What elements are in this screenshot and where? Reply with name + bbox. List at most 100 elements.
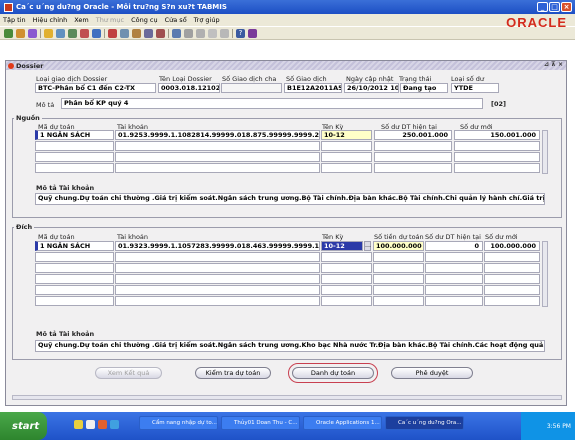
source-budget-cell[interactable]: [35, 163, 114, 173]
dest-period-cell[interactable]: [321, 252, 372, 262]
source-account-cell[interactable]: [115, 163, 320, 173]
dest-new-cell[interactable]: [484, 296, 540, 306]
quicklaunch-icon[interactable]: [74, 420, 83, 429]
paste-icon[interactable]: [132, 28, 141, 38]
approve-button[interactable]: Phê duyệt: [391, 367, 473, 379]
source-budget-cell[interactable]: 1 NGÂN SÁCH: [35, 130, 114, 140]
menu-view[interactable]: Xem: [74, 16, 89, 24]
folder-tools-icon[interactable]: [220, 28, 229, 38]
dest-period-cell[interactable]: [321, 274, 372, 284]
save-icon[interactable]: [28, 28, 37, 38]
dest-period-cell[interactable]: [321, 296, 372, 306]
menu-help[interactable]: Trợ giúp: [194, 16, 220, 24]
source-period-cell[interactable]: 10-12: [321, 130, 372, 140]
navigate-icon[interactable]: [56, 28, 65, 38]
taskbar-task[interactable]: Oracle Applications 1...: [303, 416, 382, 430]
dest-account-cell[interactable]: [115, 296, 320, 306]
dest-period-cell[interactable]: [321, 285, 372, 295]
dest-acct-desc-field[interactable]: Quỹ chung.Dự toán chi thường .Giá trị ki…: [35, 340, 545, 352]
dest-new-cell[interactable]: [484, 263, 540, 273]
dest-current-cell[interactable]: [425, 296, 483, 306]
tx-no-field[interactable]: B1E12A2011A52: [284, 83, 342, 93]
close-button[interactable]: ×: [561, 2, 572, 12]
dest-current-cell[interactable]: [425, 263, 483, 273]
period-lov-button[interactable]: …: [364, 241, 371, 251]
dest-new-cell[interactable]: 100.000.000: [484, 241, 540, 251]
clock[interactable]: 3:56 PM: [547, 423, 571, 430]
dest-current-cell[interactable]: [425, 285, 483, 295]
menu-folder[interactable]: Thư mục: [96, 16, 124, 24]
dest-amount-cell[interactable]: 100.000.000: [373, 241, 424, 251]
taskbar-task-active[interactable]: Ca´c u´ng du?ng Ora...: [385, 416, 464, 430]
attach-icon[interactable]: [92, 28, 101, 38]
source-current-cell[interactable]: 250.001.000: [374, 130, 452, 140]
dest-amount-cell[interactable]: [373, 296, 424, 306]
dest-new-cell[interactable]: [484, 274, 540, 284]
status-field[interactable]: Đang tạo: [400, 83, 448, 93]
copy-icon[interactable]: [120, 28, 129, 38]
minimize-button[interactable]: _: [537, 2, 548, 12]
menu-tools[interactable]: Công cụ: [131, 16, 158, 24]
help-icon[interactable]: ?: [236, 28, 245, 38]
dest-amount-cell[interactable]: [373, 274, 424, 284]
source-current-cell[interactable]: [374, 141, 452, 151]
maximize-button[interactable]: □: [549, 2, 560, 12]
source-period-cell[interactable]: [321, 141, 372, 151]
parent-tx-field[interactable]: [221, 83, 282, 93]
dest-current-cell[interactable]: [425, 252, 483, 262]
start-button[interactable]: start: [0, 412, 47, 440]
check-budget-button[interactable]: Kiểm tra dự toán: [195, 367, 271, 379]
dest-account-cell[interactable]: [115, 274, 320, 284]
dest-account-cell[interactable]: [115, 252, 320, 262]
cut-icon[interactable]: [108, 28, 117, 38]
delete-icon[interactable]: [156, 28, 165, 38]
attachments-icon[interactable]: [208, 28, 217, 38]
budget-list-button[interactable]: Danh dự toán: [288, 363, 378, 383]
source-new-cell[interactable]: 150.001.000: [454, 130, 540, 140]
source-current-cell[interactable]: [374, 163, 452, 173]
dest-current-cell[interactable]: [425, 274, 483, 284]
source-period-cell[interactable]: [321, 152, 372, 162]
clear-icon[interactable]: [144, 28, 153, 38]
dossier-type-name-field[interactable]: 0003.018.121026.k: [158, 83, 220, 93]
updated-date-field[interactable]: 26/10/2012 10:1: [344, 83, 399, 93]
info-icon[interactable]: [248, 28, 257, 38]
dest-budget-cell[interactable]: [35, 274, 114, 284]
dest-new-cell[interactable]: [484, 252, 540, 262]
source-budget-cell[interactable]: [35, 152, 114, 162]
source-account-cell[interactable]: [115, 152, 320, 162]
taskbar-task[interactable]: Cẩm nang nhập dự to...: [139, 416, 218, 430]
edit-icon[interactable]: [172, 28, 181, 38]
dest-budget-cell[interactable]: [35, 252, 114, 262]
dest-current-cell[interactable]: 0: [425, 241, 483, 251]
source-account-cell[interactable]: [115, 141, 320, 151]
menu-file[interactable]: Tập tin: [3, 16, 26, 24]
dest-budget-cell[interactable]: [35, 285, 114, 295]
quicklaunch-icon[interactable]: [86, 420, 95, 429]
source-new-cell[interactable]: [454, 152, 540, 162]
dossier-window-controls[interactable]: ⊿ ⊼ ×: [544, 61, 563, 68]
menu-edit[interactable]: Hiệu chỉnh: [33, 16, 68, 24]
source-acct-desc-field[interactable]: Quỹ chung.Dự toán chi thường .Giá trị ki…: [35, 193, 545, 205]
dossier-type-field[interactable]: BTC-Phân bổ C1 đến C2-TX: [35, 83, 156, 93]
dest-account-cell[interactable]: [115, 263, 320, 273]
source-new-cell[interactable]: [454, 163, 540, 173]
new-icon[interactable]: [4, 28, 13, 38]
dest-period-cell[interactable]: 10-12: [321, 241, 363, 251]
taskbar-task[interactable]: Thủy01 Doan Thu - C...: [221, 416, 300, 430]
open-icon[interactable]: [16, 28, 25, 38]
source-new-cell[interactable]: [454, 141, 540, 151]
dest-account-cell[interactable]: 01.9323.9999.1.1057283.99999.018.463.999…: [115, 241, 320, 251]
print-icon[interactable]: [80, 28, 89, 38]
translate-icon[interactable]: [196, 28, 205, 38]
source-scrollbar[interactable]: [542, 130, 548, 174]
dest-account-cell[interactable]: [115, 285, 320, 295]
dest-amount-cell[interactable]: [373, 285, 424, 295]
view-result-button[interactable]: Xem Kết quả: [95, 367, 162, 379]
dest-budget-cell[interactable]: [35, 296, 114, 306]
dest-scrollbar[interactable]: [542, 241, 548, 307]
source-period-cell[interactable]: [321, 163, 372, 173]
dest-amount-cell[interactable]: [373, 263, 424, 273]
source-current-cell[interactable]: [374, 152, 452, 162]
dest-amount-cell[interactable]: [373, 252, 424, 262]
